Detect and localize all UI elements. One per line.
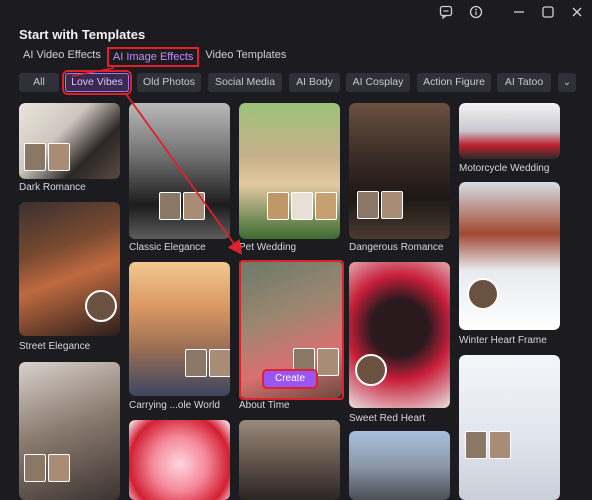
annotation-arrow	[125, 93, 243, 255]
annotation-arrow	[71, 67, 115, 77]
annotation-arrows	[71, 67, 243, 255]
